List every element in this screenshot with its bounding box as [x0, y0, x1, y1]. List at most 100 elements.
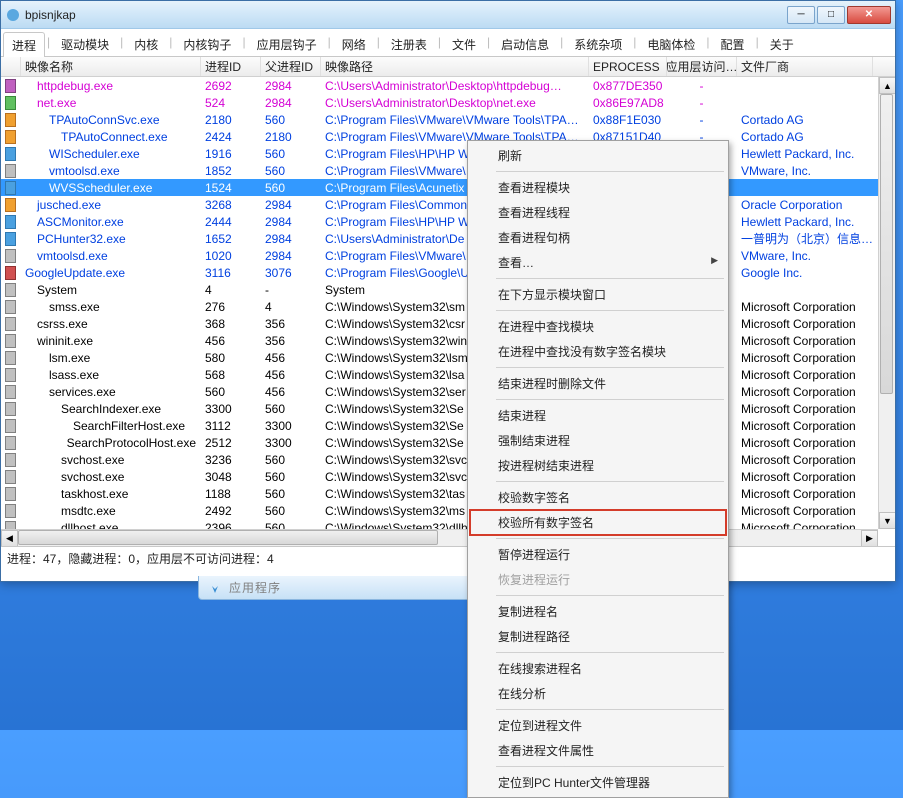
col-name-header[interactable]: 映像名称 — [21, 57, 201, 76]
menu-item[interactable]: 查看进程句柄 — [470, 225, 726, 250]
menu-item[interactable]: 复制进程路径 — [470, 624, 726, 649]
table-row[interactable]: csrss.exe368356C:\Windows\System32\csrMi… — [1, 315, 895, 332]
table-row[interactable]: WIScheduler.exe1916560C:\Program Files\H… — [1, 145, 895, 162]
table-row[interactable]: lsass.exe568456C:\Windows\System32\lsaMi… — [1, 366, 895, 383]
horizontal-scrollbar[interactable]: ◀ ▶ — [1, 529, 878, 546]
menu-item[interactable]: 按进程树结束进程 — [470, 453, 726, 478]
menu-item[interactable]: 刷新 — [470, 143, 726, 168]
menu-item[interactable]: 强制结束进程 — [470, 428, 726, 453]
cell-ppid: 560 — [261, 468, 321, 485]
cell-pid: 2424 — [201, 128, 261, 145]
menu-item[interactable]: 在进程中查找没有数字签名模块 — [470, 339, 726, 364]
table-row[interactable]: httpdebug.exe26922984C:\Users\Administra… — [1, 77, 895, 94]
menu-separator — [496, 171, 724, 172]
tab-11[interactable]: 配置 — [712, 31, 754, 56]
table-row[interactable]: WVSScheduler.exe1524560C:\Program Files\… — [1, 179, 895, 196]
context-menu: 刷新查看进程模块查看进程线程查看进程句柄查看… 在下方显示模块窗口在进程中查找模块… — [467, 140, 729, 798]
scroll-right-icon[interactable]: ▶ — [861, 530, 878, 547]
tab-0[interactable]: 进程 — [3, 32, 45, 57]
menu-item[interactable]: 查看… — [470, 250, 726, 275]
scroll-up-icon[interactable]: ▲ — [879, 77, 895, 94]
titlebar[interactable]: bpisnjkap ─ □ ✕ — [1, 1, 895, 29]
menu-item[interactable]: 在进程中查找模块 — [470, 314, 726, 339]
tab-4[interactable]: 应用层钩子 — [248, 31, 326, 56]
process-icon — [5, 385, 16, 399]
table-row[interactable]: msdtc.exe2492560C:\Windows\System32\msMi… — [1, 502, 895, 519]
menu-item[interactable]: 在下方显示模块窗口 — [470, 282, 726, 307]
window-maximize-button[interactable]: □ — [817, 6, 845, 24]
window-close-button[interactable]: ✕ — [847, 6, 891, 24]
menu-item[interactable]: 复制进程名 — [470, 599, 726, 624]
process-icon — [5, 368, 16, 382]
menu-item[interactable]: 校验所有数字签名 — [470, 510, 726, 535]
menu-item[interactable]: 查看进程模块 — [470, 175, 726, 200]
cell-app: - — [667, 111, 737, 128]
cell-pid: 1188 — [201, 485, 261, 502]
menu-item[interactable]: 查看进程线程 — [470, 200, 726, 225]
cell-vendor: 一普明为（北京）信息… — [737, 230, 873, 247]
table-row[interactable]: System4-System — [1, 281, 895, 298]
cell-vendor — [737, 281, 873, 298]
table-row[interactable]: svchost.exe3236560C:\Windows\System32\sv… — [1, 451, 895, 468]
table-row[interactable]: vmtoolsd.exe10202984C:\Program Files\VMw… — [1, 247, 895, 264]
table-row[interactable]: svchost.exe3048560C:\Windows\System32\sv… — [1, 468, 895, 485]
table-row[interactable]: smss.exe2764C:\Windows\System32\smMicros… — [1, 298, 895, 315]
table-row[interactable]: GoogleUpdate.exe31163076C:\Program Files… — [1, 264, 895, 281]
cell-name: SearchProtocolHost.exe — [67, 436, 196, 450]
table-row[interactable]: wininit.exe456356C:\Windows\System32\win… — [1, 332, 895, 349]
col-ppid-header[interactable]: 父进程ID — [261, 57, 321, 76]
menu-item[interactable]: 结束进程 — [470, 403, 726, 428]
table-row[interactable]: vmtoolsd.exe1852560C:\Program Files\VMwa… — [1, 162, 895, 179]
cell-ppid: 2984 — [261, 94, 321, 111]
tab-7[interactable]: 文件 — [443, 31, 485, 56]
menu-item[interactable]: 结束进程时删除文件 — [470, 371, 726, 396]
table-row[interactable]: TPAutoConnect.exe24242180C:\Program File… — [1, 128, 895, 145]
table-row[interactable]: PCHunter32.exe16522984C:\Users\Administr… — [1, 230, 895, 247]
col-eprocess-header[interactable]: EPROCESS — [589, 57, 667, 76]
table-row[interactable]: services.exe560456C:\Windows\System32\se… — [1, 383, 895, 400]
tab-6[interactable]: 注册表 — [382, 31, 436, 56]
table-row[interactable]: ASCMonitor.exe24442984C:\Program Files\H… — [1, 213, 895, 230]
table-row[interactable]: taskhost.exe1188560C:\Windows\System32\t… — [1, 485, 895, 502]
cell-pid: 456 — [201, 332, 261, 349]
vertical-scrollbar[interactable]: ▲ ▼ — [878, 77, 895, 529]
tab-2[interactable]: 内核 — [125, 31, 167, 56]
cell-ppid: 3300 — [261, 434, 321, 451]
menu-item[interactable]: 在线搜索进程名 — [470, 656, 726, 681]
table-row[interactable]: SearchIndexer.exe3300560C:\Windows\Syste… — [1, 400, 895, 417]
menu-item[interactable]: 定位到PC Hunter文件管理器 — [470, 770, 726, 795]
tab-12[interactable]: 关于 — [761, 31, 803, 56]
table-row[interactable]: jusched.exe32682984C:\Program Files\Comm… — [1, 196, 895, 213]
process-icon — [5, 317, 16, 331]
menu-item[interactable]: 定位到进程文件 — [470, 713, 726, 738]
scroll-thumb-h[interactable] — [18, 530, 438, 545]
tab-1[interactable]: 驱动模块 — [52, 31, 118, 56]
menu-item[interactable]: 在线分析 — [470, 681, 726, 706]
table-row[interactable]: SearchFilterHost.exe31123300C:\Windows\S… — [1, 417, 895, 434]
cell-pid: 4 — [201, 281, 261, 298]
col-app-header[interactable]: 应用层访问… — [667, 57, 737, 76]
table-row[interactable]: TPAutoConnSvc.exe2180560C:\Program Files… — [1, 111, 895, 128]
menu-item[interactable]: 查看进程文件属性 — [470, 738, 726, 763]
process-icon — [5, 266, 16, 280]
window-minimize-button[interactable]: ─ — [787, 6, 815, 24]
table-row[interactable]: lsm.exe580456C:\Windows\System32\lsmMicr… — [1, 349, 895, 366]
tab-3[interactable]: 内核钩子 — [174, 31, 240, 56]
scroll-left-icon[interactable]: ◀ — [1, 530, 18, 547]
col-path-header[interactable]: 映像路径 — [321, 57, 589, 76]
scroll-down-icon[interactable]: ▼ — [879, 512, 895, 529]
cell-name: vmtoolsd.exe — [37, 249, 108, 263]
col-pid-header[interactable]: 进程ID — [201, 57, 261, 76]
tab-5[interactable]: 网络 — [333, 31, 375, 56]
col-icon-header[interactable] — [1, 57, 21, 76]
scroll-thumb[interactable] — [880, 94, 893, 394]
tab-9[interactable]: 系统杂项 — [565, 31, 631, 56]
menu-item[interactable]: 暂停进程运行 — [470, 542, 726, 567]
col-vendor-header[interactable]: 文件厂商 — [737, 57, 873, 76]
tab-8[interactable]: 启动信息 — [492, 31, 558, 56]
tab-10[interactable]: 电脑体检 — [638, 31, 704, 56]
table-row[interactable]: net.exe5242984C:\Users\Administrator\Des… — [1, 94, 895, 111]
cell-ppid: 560 — [261, 485, 321, 502]
menu-item[interactable]: 校验数字签名 — [470, 485, 726, 510]
table-row[interactable]: SearchProtocolHost.exe25123300C:\Windows… — [1, 434, 895, 451]
